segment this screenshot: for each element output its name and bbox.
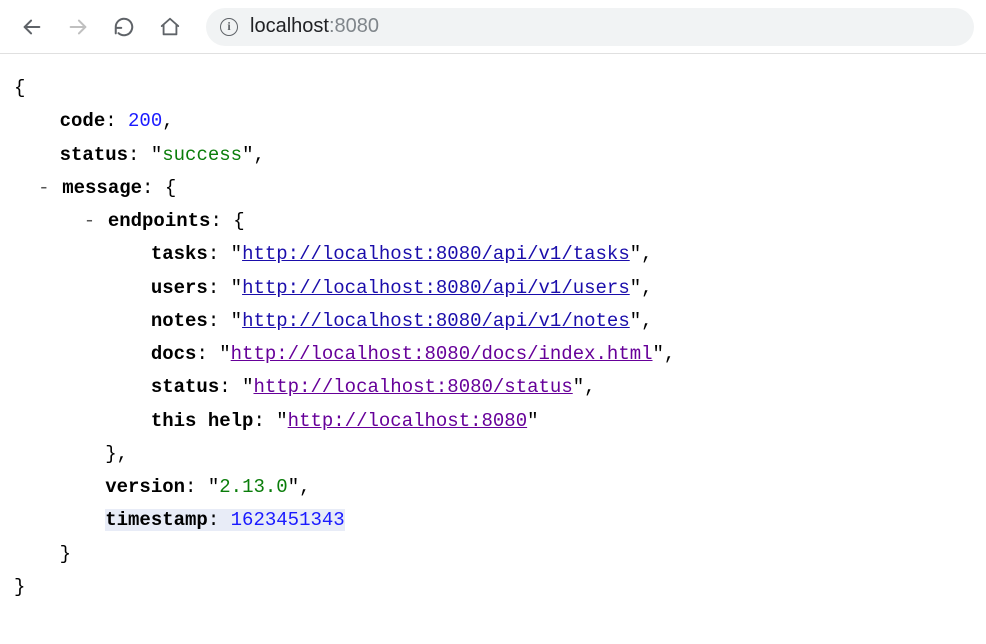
arrow-left-icon <box>21 16 43 38</box>
brace-open: { <box>14 77 25 99</box>
link-this-help[interactable]: http://localhost:8080 <box>288 410 527 432</box>
link-status[interactable]: http://localhost:8080/status <box>253 376 572 398</box>
key-users: users <box>151 277 208 299</box>
key-timestamp: timestamp <box>105 509 208 531</box>
key-docs: docs <box>151 343 197 365</box>
home-icon <box>159 16 181 38</box>
link-notes[interactable]: http://localhost:8080/api/v1/notes <box>242 310 630 332</box>
forward-button[interactable] <box>58 7 98 47</box>
info-icon: i <box>220 18 238 36</box>
reload-button[interactable] <box>104 7 144 47</box>
back-button[interactable] <box>12 7 52 47</box>
value-version: 2.13.0 <box>219 476 287 498</box>
home-button[interactable] <box>150 7 190 47</box>
key-tasks: tasks <box>151 243 208 265</box>
collapse-toggle[interactable]: - <box>82 205 96 238</box>
browser-toolbar: i localhost:8080 <box>0 0 986 54</box>
json-viewer: { code: 200, status: "success", - messag… <box>0 54 986 622</box>
link-docs[interactable]: http://localhost:8080/docs/index.html <box>231 343 653 365</box>
key-status: status <box>60 144 128 166</box>
value-timestamp: 1623451343 <box>231 509 345 531</box>
key-code: code <box>60 110 106 132</box>
key-this-help: this help <box>151 410 254 432</box>
reload-icon <box>113 16 135 38</box>
address-bar[interactable]: i localhost:8080 <box>206 8 974 46</box>
url-text: localhost:8080 <box>250 15 379 38</box>
key-endpoint-status: status <box>151 376 219 398</box>
value-code: 200 <box>128 110 162 132</box>
key-notes: notes <box>151 310 208 332</box>
value-status: success <box>162 144 242 166</box>
brace-close: }, <box>105 443 128 465</box>
brace-close: } <box>14 576 25 598</box>
key-message: message <box>62 177 142 199</box>
arrow-right-icon <box>67 16 89 38</box>
brace-close: } <box>60 543 71 565</box>
link-tasks[interactable]: http://localhost:8080/api/v1/tasks <box>242 243 630 265</box>
key-version: version <box>105 476 185 498</box>
link-users[interactable]: http://localhost:8080/api/v1/users <box>242 277 630 299</box>
key-endpoints: endpoints <box>108 210 211 232</box>
collapse-toggle[interactable]: - <box>37 172 51 205</box>
